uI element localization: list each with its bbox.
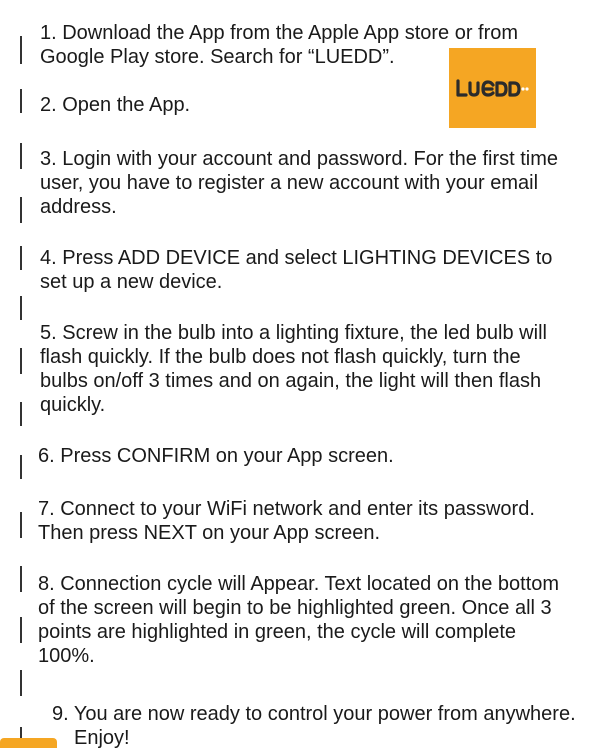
step-8: 8. Connection cycle will Appear. Text lo… <box>38 572 559 668</box>
margin-mark <box>20 402 22 426</box>
step-text-line: 3. Login with your account and password.… <box>40 148 559 170</box>
margin-mark <box>20 36 22 64</box>
margin-mark <box>20 143 22 169</box>
step-text-line: 2. Open the App. <box>40 94 191 116</box>
luedd-logo-mark <box>449 48 536 128</box>
margin-mark <box>20 512 22 538</box>
step-text-line: user, you have to register a new account… <box>40 172 539 194</box>
step-text-line: 9. You are now ready to control your pow… <box>52 703 576 725</box>
step-text-line: points are highlighted in green, the cyc… <box>38 621 517 643</box>
step-2: 2. Open the App. <box>40 93 190 117</box>
step-3: 3. Login with your account and password.… <box>40 147 558 219</box>
margin-mark <box>20 455 22 479</box>
step-text-line: flash quickly. If the bulb does not flas… <box>40 346 521 368</box>
step-text-line: Google Play store. Search for “LUEDD”. <box>40 46 395 68</box>
step-text-line: 5. Screw in the bulb into a lighting fix… <box>40 322 547 344</box>
step-text-line: 6. Press CONFIRM on your App screen. <box>38 445 394 467</box>
step-1: 1. Download the App from the Apple App s… <box>40 21 518 69</box>
margin-mark <box>20 566 22 592</box>
step-text-line: 1. Download the App from the Apple App s… <box>40 22 519 44</box>
step-text-line: 7. Connect to your WiFi network and ente… <box>38 498 535 520</box>
step-text-line: Then press NEXT on your App screen. <box>38 522 381 544</box>
step-text-line: bulbs on/off 3 times and on again, the l… <box>40 370 542 392</box>
margin-mark <box>20 670 22 696</box>
step-text-line: set up a new device. <box>40 271 223 293</box>
corner-tab <box>0 738 57 748</box>
step-text-line: 4. Press ADD DEVICE and select LIGHTING … <box>40 247 553 269</box>
step-4: 4. Press ADD DEVICE and select LIGHTING … <box>40 246 552 294</box>
margin-mark <box>20 89 22 113</box>
step-text-line: 100%. <box>38 645 95 667</box>
margin-mark <box>20 617 22 643</box>
margin-mark <box>20 197 22 223</box>
step-6: 6. Press CONFIRM on your App screen. <box>38 444 394 468</box>
step-9: 9. You are now ready to control your pow… <box>52 702 576 750</box>
margin-mark <box>20 296 22 320</box>
margin-mark <box>20 348 22 374</box>
step-text-line: 8. Connection cycle will Appear. Text lo… <box>38 573 560 595</box>
step-7: 7. Connect to your WiFi network and ente… <box>38 497 535 545</box>
luedd-logo <box>449 48 536 128</box>
step-text-line: of the screen will begin to be highlight… <box>38 597 552 619</box>
margin-mark <box>20 246 22 270</box>
step-text-line: address. <box>40 196 117 218</box>
step-text-line: quickly. <box>40 394 106 416</box>
step-5: 5. Screw in the bulb into a lighting fix… <box>40 321 547 417</box>
step-text-line: Enjoy! <box>74 727 130 749</box>
